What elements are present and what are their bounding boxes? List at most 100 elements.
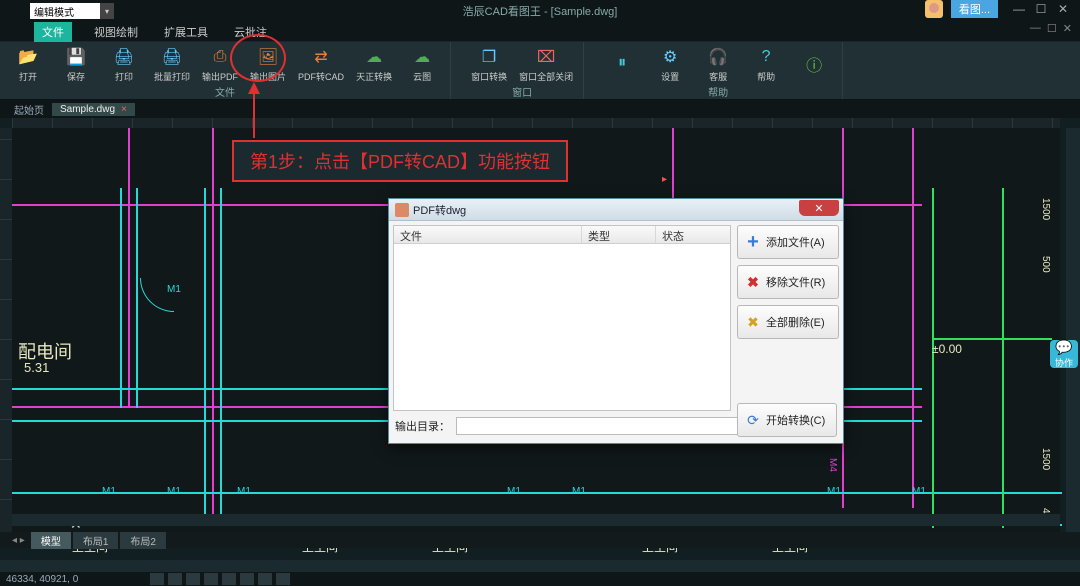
print-button[interactable]: 🖨打印 [106,46,142,83]
menu-cloud-annot[interactable]: 云批注 [230,22,271,42]
annotation-step1: 第1步：点击【PDF转CAD】功能按钮 [232,140,568,182]
ribbon-group-help: 帮助 [708,84,728,98]
window-switch-icon: ❐ [478,46,500,68]
pdf-to-dwg-dialog: PDF转dwg ✕ 文件 类型 状态 添加文件(A) ✖移除文件(R) ✖全部删… [388,198,844,444]
save-icon: 💾 [65,46,87,68]
ribbon: 📂打开 💾保存 🖨打印 🖨批量打印 ⎙输出PDF 🖼输出图片 ⇄PDF转CAD … [0,42,1080,100]
sb-grid-icon[interactable] [168,573,182,585]
batch-print-icon: 🖨 [161,46,183,68]
tab-layout1[interactable]: 布局1 [73,532,119,549]
export-pdf-button[interactable]: ⎙输出PDF [202,46,238,83]
scrollbar-vertical[interactable] [1066,128,1080,540]
cad-dim-500: 500 [1040,256,1051,273]
sb-dyn-icon[interactable] [276,573,290,585]
menu-view-draw[interactable]: 视图绘制 [90,22,142,42]
doc-close-icon[interactable]: ✕ [1063,22,1072,35]
sb-otrack-icon[interactable] [240,573,254,585]
avatar-icon[interactable] [925,0,943,18]
support-button[interactable]: 🎧客服 [700,46,736,83]
settings-icon: ⚙ [659,46,681,68]
close-icon[interactable]: ✕ [1052,0,1074,18]
cad-m1-c: M1 [237,486,251,497]
refresh-icon: ⟳ [744,411,762,429]
help-button[interactable]: ?帮助 [748,46,784,83]
add-file-button[interactable]: 添加文件(A) [737,225,839,259]
sb-snap-icon[interactable] [150,573,164,585]
cloud-button[interactable]: ☁云图 [404,46,440,83]
start-convert-button[interactable]: ⟳开始转换(C) [737,403,837,437]
dialog-close-button[interactable]: ✕ [799,200,839,216]
menu-ext-tools[interactable]: 扩展工具 [160,22,212,42]
tab-close-icon[interactable]: × [121,104,127,115]
ribbon-group-file: 文件 [215,84,235,98]
mode-select[interactable]: 编辑模式 ▾ [30,3,114,19]
doc-min-icon[interactable]: — [1030,22,1041,35]
output-dir-label: 输出目录： [395,418,450,434]
minimize-icon[interactable]: — [1008,0,1030,18]
pdf-to-cad-button[interactable]: ⇄PDF转CAD [298,46,344,83]
sb-ortho-icon[interactable] [186,573,200,585]
tab-sample-dwg[interactable]: Sample.dwg × [52,103,135,116]
doc-max-icon[interactable]: ☐ [1047,22,1057,35]
cad-dim-1500a: 1500 [1040,198,1051,220]
statusbar-toggles [150,573,290,585]
dialog-titlebar[interactable]: PDF转dwg ✕ [389,199,843,221]
open-button[interactable]: 📂打开 [10,46,46,83]
ruler-vertical [0,128,12,540]
cad-dim-1500b: 1500 [1040,448,1051,470]
tab-layout2[interactable]: 布局2 [120,532,166,549]
coord-readout: 46334, 40921, 0 [6,574,78,585]
delete-all-icon: ✖ [744,313,762,331]
t-convert-icon: ☁ [363,46,385,68]
export-image-button[interactable]: 🖼输出图片 [250,46,286,83]
col-status[interactable]: 状态 [656,226,730,243]
menu-file[interactable]: 文件 [34,22,72,42]
window-title: 浩辰CAD看图王 - [Sample.dwg] [463,3,618,19]
help-icon: ? [755,46,777,68]
save-button[interactable]: 💾保存 [58,46,94,83]
table-header: 文件 类型 状态 [394,226,730,244]
cad-m1-b: M1 [167,486,181,497]
col-type[interactable]: 类型 [582,226,656,243]
settings-button[interactable]: ⚙设置 [652,46,688,83]
file-list-table[interactable]: 文件 类型 状态 [393,225,731,411]
close-all-button[interactable]: ⌧窗口全部关闭 [519,46,573,83]
cad-m1-e: M1 [572,486,586,497]
collab-label: 协作 [1055,356,1073,369]
info-button[interactable]: ⓘ [796,53,832,75]
cad-m1-a: M1 [102,486,116,497]
info-icon: ⓘ [803,53,825,75]
sb-lwt-icon[interactable] [258,573,272,585]
sb-polar-icon[interactable] [204,573,218,585]
collab-bubble[interactable]: 💬 协作 [1050,340,1078,368]
chevron-down-icon[interactable]: ▾ [100,3,114,19]
menubar: 文件 视图绘制 扩展工具 云批注 [0,22,1080,42]
cad-room-area: 5.31 [24,360,49,375]
dialog-app-icon [395,203,409,217]
annotation-arrow-line [253,86,255,138]
cad-m1-g: M1 [912,486,926,497]
tab-label: Sample.dwg [60,104,115,115]
dialog-title: PDF转dwg [413,202,466,218]
remove-all-button[interactable]: ✖全部删除(E) [737,305,839,339]
view-button[interactable]: 看图... [951,0,998,18]
t-convert-button[interactable]: ☁天正转换 [356,46,392,83]
indicator-icon: ▸ [662,174,667,185]
window-controls: — ☐ ✕ [1008,0,1074,18]
ruler-horizontal [12,118,1060,128]
tab-model[interactable]: 模型 [31,532,71,549]
cad-elevation: ±0.00 [932,342,962,356]
toggle-button[interactable]: ⏸ [604,52,640,76]
remove-file-button[interactable]: ✖移除文件(R) [737,265,839,299]
cad-label-m1: M1 [167,284,181,295]
print-icon: 🖨 [113,46,135,68]
col-file[interactable]: 文件 [394,226,582,243]
maximize-icon[interactable]: ☐ [1030,0,1052,18]
scrollbar-horizontal[interactable] [12,514,1060,526]
window-switch-button[interactable]: ❐窗口转换 [471,46,507,83]
tab-start-page[interactable]: 起始页 [6,102,52,117]
sb-osnap-icon[interactable] [222,573,236,585]
batch-print-button[interactable]: 🖨批量打印 [154,46,190,83]
statusbar: 46334, 40921, 0 [0,572,1080,586]
export-image-icon: 🖼 [257,46,279,68]
